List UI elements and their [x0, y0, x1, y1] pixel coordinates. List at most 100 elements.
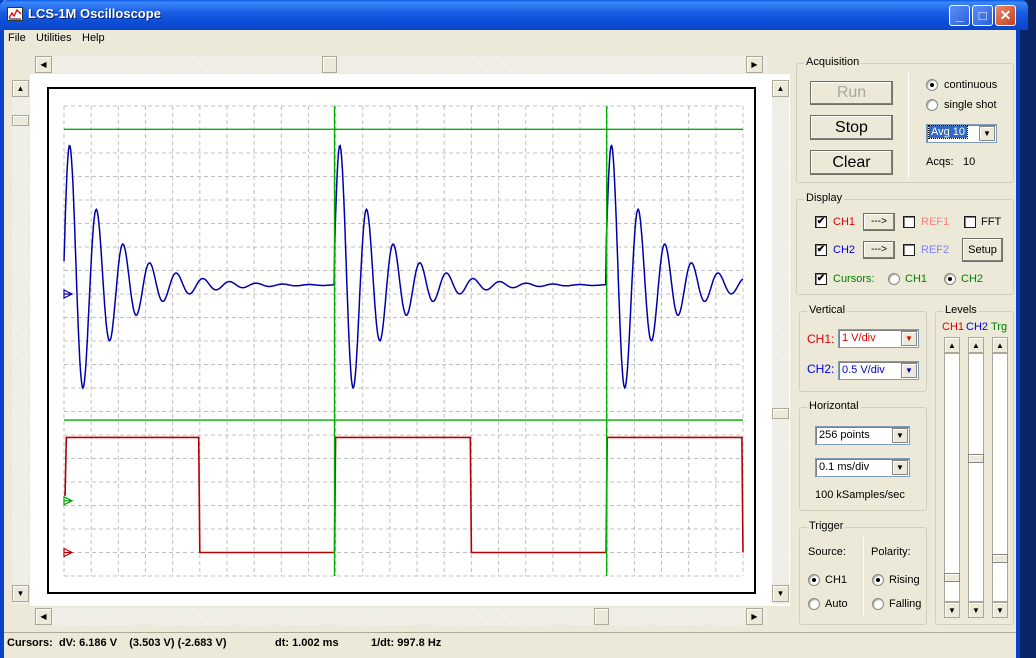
- arrow-up-icon: ▲: [16, 84, 25, 93]
- bottom-horizontal-scrollbar[interactable]: [35, 608, 767, 625]
- bottom-scroll-left-button[interactable]: ◀: [35, 608, 52, 625]
- maximize-button[interactable]: □: [972, 5, 993, 26]
- top-horizontal-scrollbar[interactable]: [35, 56, 767, 73]
- trigger-rising-radio[interactable]: [872, 574, 884, 586]
- ch1-checkbox[interactable]: ✔: [815, 216, 827, 228]
- chevron-down-icon[interactable]: ▼: [901, 363, 917, 378]
- bottom-scroll-thumb[interactable]: [594, 608, 609, 625]
- arrow-up-icon: ▲: [972, 341, 980, 350]
- trigger-falling-label: Falling: [889, 598, 922, 610]
- acquisition-separator: [908, 73, 909, 178]
- trg-level-slider[interactable]: [992, 353, 1008, 602]
- points-select[interactable]: 256 points ▼: [815, 426, 910, 445]
- status-dt: dt: 1.002 ms: [275, 637, 339, 649]
- top-scroll-right-button[interactable]: ▶: [746, 56, 763, 73]
- trg-level-thumb[interactable]: [992, 554, 1008, 563]
- acqs-label: Acqs:: [926, 156, 954, 168]
- ch2-level-thumb[interactable]: [968, 454, 984, 463]
- scope-plot: [63, 105, 744, 577]
- arrow-up-icon: ▲: [776, 84, 785, 93]
- chevron-down-icon[interactable]: ▼: [901, 331, 917, 346]
- chevron-down-icon[interactable]: ▼: [979, 126, 995, 141]
- run-button[interactable]: Run: [810, 81, 893, 105]
- trg-level-up-button[interactable]: ▲: [992, 337, 1008, 353]
- timebase-select[interactable]: 0.1 ms/div ▼: [815, 458, 910, 477]
- menu-file[interactable]: File: [8, 32, 26, 44]
- ch2-display-label: CH2: [833, 244, 856, 256]
- ch1-to-ref1-button[interactable]: --->: [863, 213, 895, 231]
- top-scroll-thumb[interactable]: [322, 56, 337, 73]
- close-button[interactable]: ✕: [995, 5, 1016, 26]
- trigger-source-ch1-radio[interactable]: [808, 574, 820, 586]
- ch2-volts-select[interactable]: 0.5 V/div ▼: [838, 361, 919, 380]
- trg-level-down-button[interactable]: ▼: [992, 602, 1008, 618]
- chevron-down-icon[interactable]: ▼: [892, 460, 908, 475]
- ch2-level-slider[interactable]: [968, 353, 984, 602]
- horizontal-group-title: Horizontal: [807, 400, 861, 412]
- ch1-level-slider[interactable]: [944, 353, 960, 602]
- cursors-label: Cursors:: [833, 273, 875, 285]
- cursors-checkbox[interactable]: ✔: [815, 273, 827, 285]
- fft-checkbox[interactable]: [964, 216, 976, 228]
- continuous-label: continuous: [944, 79, 998, 91]
- single-shot-radio[interactable]: [926, 99, 938, 111]
- oscilloscope-icon: [7, 7, 23, 21]
- window-title: LCS-1M Oscilloscope: [28, 6, 161, 21]
- ref2-checkbox[interactable]: [903, 244, 915, 256]
- title-bar[interactable]: LCS-1M Oscilloscope _ □ ✕: [0, 0, 1028, 30]
- ch1-level-up-button[interactable]: ▲: [944, 337, 960, 353]
- cursor-ch1-radio[interactable]: [888, 273, 900, 285]
- ref1-checkbox[interactable]: [903, 216, 915, 228]
- status-bar: Cursors: dV: 6.186 V (3.503 V) (-2.683 V…: [4, 632, 1016, 654]
- ch1-level-thumb[interactable]: [944, 573, 960, 582]
- levels-trg-label: Trg: [991, 321, 1008, 333]
- ch2-level-down-button[interactable]: ▼: [968, 602, 984, 618]
- ch2-to-ref2-button[interactable]: --->: [863, 241, 895, 259]
- chevron-down-icon[interactable]: ▼: [892, 428, 908, 443]
- right-vertical-scrollbar[interactable]: [772, 80, 789, 604]
- right-scroll-down-button[interactable]: ▼: [772, 585, 789, 602]
- arrow-right-icon: ▶: [751, 60, 758, 69]
- left-scroll-up-button[interactable]: ▲: [12, 80, 29, 97]
- right-scroll-up-button[interactable]: ▲: [772, 80, 789, 97]
- sample-rate-label: 100 kSamples/sec: [815, 489, 905, 501]
- ch2-level-up-button[interactable]: ▲: [968, 337, 984, 353]
- ch1-level-down-button[interactable]: ▼: [944, 602, 960, 618]
- left-scroll-down-button[interactable]: ▼: [12, 585, 29, 602]
- trigger-separator: [863, 537, 864, 617]
- average-select[interactable]: Avg 10 ▼: [926, 124, 997, 143]
- arrow-down-icon: ▼: [972, 606, 980, 615]
- stop-button[interactable]: Stop: [810, 115, 893, 140]
- minimize-button[interactable]: _: [949, 5, 970, 26]
- levels-ch2-label: CH2: [966, 321, 989, 333]
- arrow-down-icon: ▼: [16, 589, 25, 598]
- trigger-falling-radio[interactable]: [872, 598, 884, 610]
- cursor-ch2-radio[interactable]: [944, 273, 956, 285]
- right-scroll-thumb[interactable]: [772, 408, 789, 419]
- continuous-radio[interactable]: [926, 79, 938, 91]
- arrow-down-icon: ▼: [776, 589, 785, 598]
- menu-help[interactable]: Help: [82, 32, 105, 44]
- trigger-rising-label: Rising: [889, 574, 920, 586]
- ch2-checkbox[interactable]: ✔: [815, 244, 827, 256]
- setup-button[interactable]: Setup: [962, 238, 1003, 262]
- ch2-ground-marker: [63, 289, 74, 299]
- menu-bar: File Utilities Help: [4, 30, 1016, 48]
- top-scroll-left-button[interactable]: ◀: [35, 56, 52, 73]
- scope-display[interactable]: [47, 87, 756, 594]
- display-group-title: Display: [804, 192, 845, 204]
- oscilloscope-window: LCS-1M Oscilloscope _ □ ✕ File Utilities…: [0, 0, 1028, 658]
- ch1-volts-select[interactable]: 1 V/div ▼: [838, 329, 919, 348]
- trigger-source-auto-radio[interactable]: [808, 598, 820, 610]
- vertical-group-title: Vertical: [807, 304, 848, 316]
- bottom-scroll-right-button[interactable]: ▶: [746, 608, 763, 625]
- left-scroll-thumb[interactable]: [12, 115, 29, 126]
- arrow-right-icon: ▶: [751, 612, 758, 621]
- menu-utilities[interactable]: Utilities: [36, 32, 71, 44]
- single-shot-label: single shot: [944, 99, 997, 111]
- vertical-ch1-label: CH1:: [807, 332, 835, 346]
- arrow-left-icon: ◀: [40, 60, 47, 69]
- clear-button[interactable]: Clear: [810, 150, 893, 175]
- left-vertical-scrollbar[interactable]: [12, 80, 29, 604]
- close-icon: ✕: [999, 7, 1012, 23]
